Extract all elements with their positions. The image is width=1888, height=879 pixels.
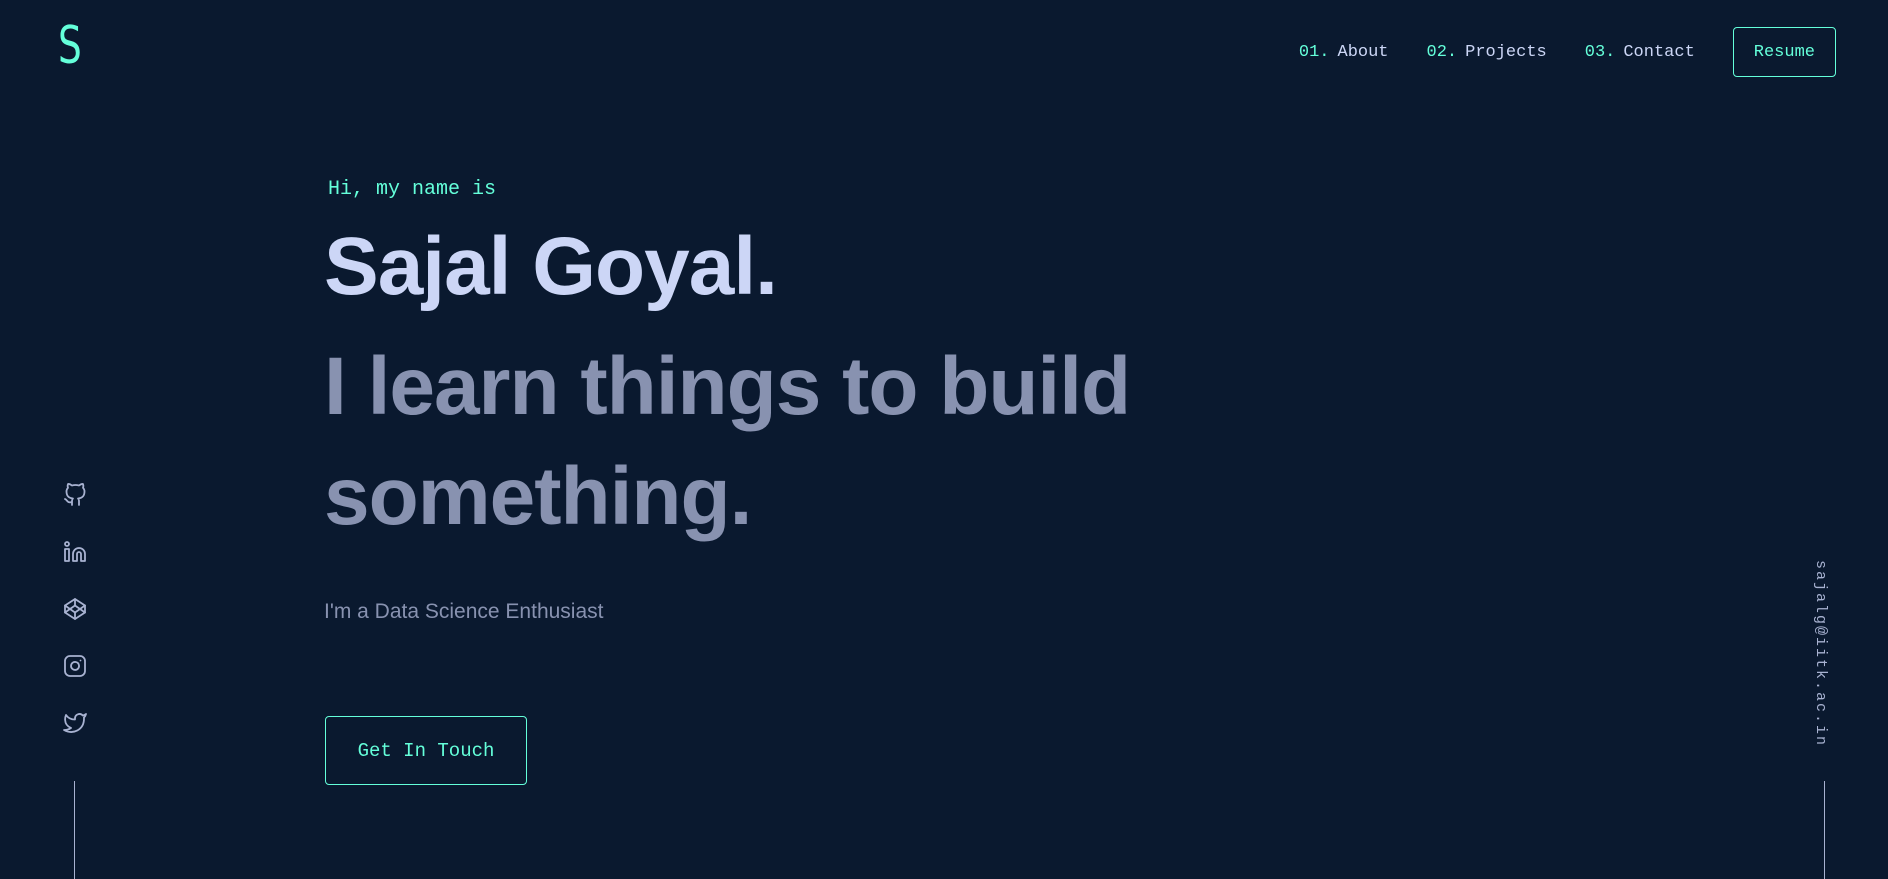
nav-contact[interactable]: 03. Contact (1585, 43, 1695, 62)
nav-contact-number: 03. (1584, 42, 1616, 62)
instagram-link[interactable] (58, 649, 92, 683)
right-vertical-line (1824, 781, 1825, 879)
twitter-icon (63, 713, 87, 733)
social-sidebar (58, 478, 92, 763)
nav-projects[interactable]: 02. Projects (1427, 43, 1547, 62)
main-nav: 01. About 02. Projects 03. Contact Resume (1261, 0, 1836, 104)
nav-contact-label: Contact (1623, 42, 1695, 62)
email-sidebar: sajalg@iitk.ac.in (1812, 560, 1836, 760)
hero-name: Sajal Goyal. (324, 221, 778, 312)
portfolio-page: S 01. About 02. Projects 03. Contact Resume… (0, 0, 1888, 879)
codepen-link[interactable] (58, 592, 92, 626)
get-in-touch-button[interactable]: Get In Touch (325, 716, 527, 785)
linkedin-icon (64, 541, 86, 562)
resume-button[interactable]: Resume (1732, 27, 1836, 77)
nav-about[interactable]: 01. About (1299, 43, 1389, 62)
email-link[interactable]: sajalg@iitk.ac.in (1812, 560, 1829, 747)
left-vertical-line (74, 781, 75, 879)
logo[interactable]: S (58, 20, 82, 72)
nav-about-number: 01. (1298, 42, 1330, 62)
linkedin-link[interactable] (58, 535, 92, 569)
codepen-icon (64, 598, 86, 620)
hero-greeting: Hi, my name is (328, 178, 497, 201)
twitter-link[interactable] (58, 706, 92, 740)
github-icon (64, 483, 86, 506)
instagram-icon (64, 655, 86, 677)
nav-about-label: About (1337, 42, 1389, 62)
nav-projects-number: 02. (1426, 42, 1458, 62)
nav-projects-label: Projects (1465, 42, 1547, 62)
github-link[interactable] (58, 478, 92, 512)
hero-subtitle: I'm a Data Science Enthusiast (324, 600, 604, 623)
hero-tagline: I learn things to build something. (324, 341, 1131, 542)
